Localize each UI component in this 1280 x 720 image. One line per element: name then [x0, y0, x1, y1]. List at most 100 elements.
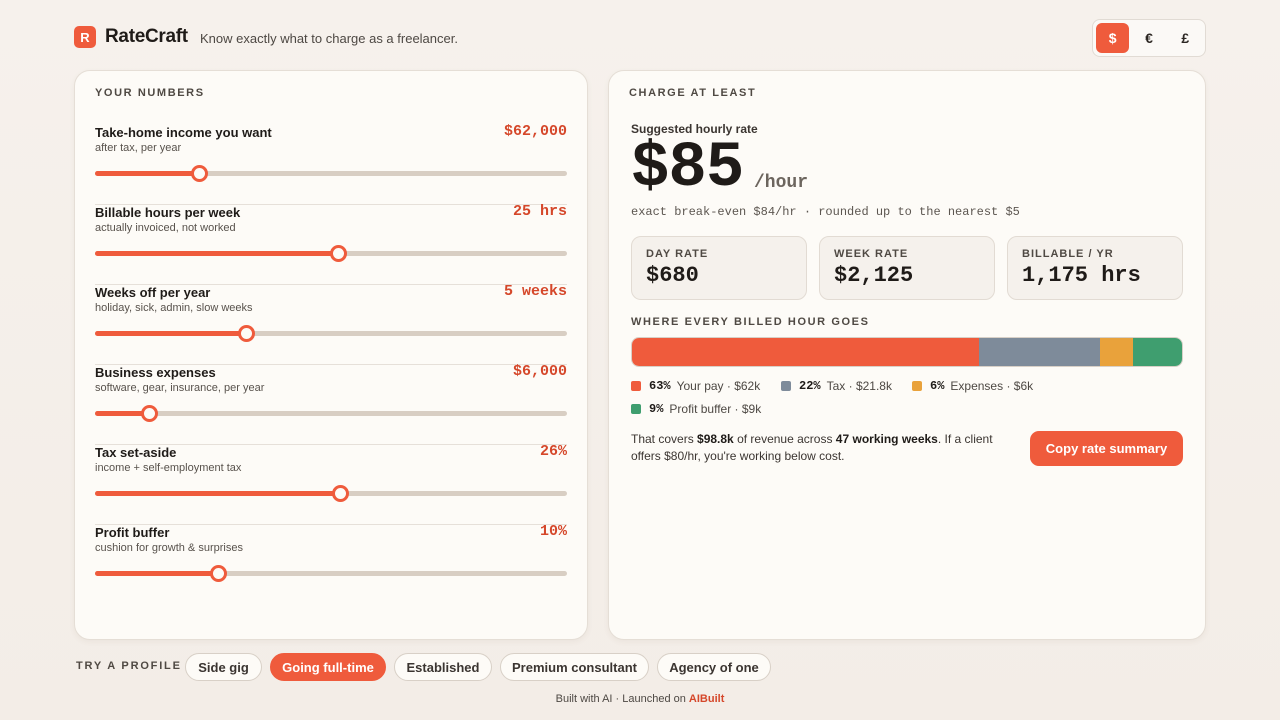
currency-usd-button[interactable]: $ [1096, 23, 1130, 53]
legend-label: Profit buffer · $9k [669, 402, 762, 416]
revenue-amount: $98.8k [697, 432, 734, 446]
stat-label: WEEK RATE [834, 248, 909, 260]
slider-value: 10% [539, 523, 567, 540]
summary-text: That covers [631, 432, 698, 446]
week-rate-card: WEEK RATE $2,125 [819, 236, 995, 300]
profit-segment [1132, 338, 1182, 366]
slider-fill [95, 571, 218, 576]
profile-going-full-time[interactable]: Going full-time [270, 653, 386, 681]
slider-handle[interactable] [332, 485, 350, 502]
legend-tax: 22% Tax · $21.8k [781, 378, 892, 394]
profit-slider-row: Profit buffer cushion for growth & surpr… [95, 523, 567, 605]
slider-value: $6,000 [512, 363, 567, 380]
expenses-segment [1099, 338, 1133, 366]
result-panel: CHARGE AT LEAST Suggested hourly rate $8… [608, 70, 1206, 640]
stat-value: 1,175 hrs [1022, 263, 1141, 288]
footer: Built with AI · Launched on AIBuilt [0, 693, 1280, 705]
tax-slider-row: Tax set-aside income + self-employment t… [95, 443, 567, 525]
legend-label: Expenses · $6k [950, 379, 1034, 393]
expenses-slider[interactable] [95, 405, 567, 422]
tax-segment [978, 338, 1100, 366]
profile-premium-consultant[interactable]: Premium consultant [500, 653, 649, 681]
slider-handle[interactable] [141, 405, 159, 422]
stat-label: BILLABLE / YR [1022, 248, 1114, 260]
weeks-off-slider[interactable] [95, 325, 567, 342]
currency-switcher: $ € £ [1092, 19, 1206, 57]
brand-name: RateCraft [105, 26, 188, 47]
profile-established[interactable]: Established [394, 653, 492, 681]
slider-fill [95, 171, 199, 176]
slider-handle[interactable] [209, 565, 227, 582]
currency-gbp-button[interactable]: £ [1169, 23, 1202, 53]
copy-rate-summary-button[interactable]: Copy rate summary [1030, 431, 1183, 466]
expenses-slider-row: Business expenses software, gear, insura… [95, 363, 567, 445]
hourly-rate: $85 [631, 133, 744, 205]
slider-label: Take-home income you want [95, 125, 272, 140]
legend-label: Tax · $21.8k [826, 379, 892, 393]
slider-label: Profit buffer [95, 525, 170, 540]
legend-swatch [631, 404, 641, 414]
pay-segment [632, 338, 979, 366]
legend-swatch [912, 381, 922, 391]
breakdown-title: WHERE EVERY BILLED HOUR GOES [631, 316, 870, 328]
slider-label: Billable hours per week [95, 205, 241, 220]
footer-text: Built with AI · Launched on [555, 693, 689, 705]
day-rate-card: DAY RATE $680 [631, 236, 807, 300]
slider-label: Business expenses [95, 365, 216, 380]
slider-sublabel: cushion for growth & surprises [95, 542, 243, 554]
tax-slider[interactable] [95, 485, 567, 502]
income-slider-row: Take-home income you want after tax, per… [95, 123, 567, 205]
logo-icon: R [74, 26, 96, 48]
profile-agency-of-one[interactable]: Agency of one [657, 653, 771, 681]
billable-hours-card: BILLABLE / YR 1,175 hrs [1007, 236, 1183, 300]
legend-profit: 9% Profit buffer · $9k [631, 401, 761, 417]
hours-slider-row: Billable hours per week actually invoice… [95, 203, 567, 285]
slider-value: $62,000 [503, 123, 567, 140]
slider-sublabel: after tax, per year [95, 142, 182, 154]
result-title: CHARGE AT LEAST [629, 87, 757, 99]
inputs-title: YOUR NUMBERS [95, 87, 205, 99]
legend-percent: 6% [930, 379, 945, 393]
inputs-panel: YOUR NUMBERS Take-home income you want a… [74, 70, 588, 640]
slider-fill [95, 251, 339, 256]
breakdown-bar [631, 337, 1183, 367]
stat-value: $2,125 [834, 263, 914, 288]
profiles-label: TRY A PROFILE [76, 660, 182, 672]
profile-side-gig[interactable]: Side gig [185, 653, 262, 681]
footer-link[interactable]: AIBuilt [689, 693, 724, 705]
slider-label: Tax set-aside [95, 445, 177, 460]
slider-value: 26% [539, 443, 567, 460]
legend-swatch [781, 381, 791, 391]
summary-text: of revenue across [733, 432, 836, 446]
slider-handle[interactable] [190, 165, 208, 182]
slider-value: 25 hrs [512, 203, 567, 220]
slider-handle[interactable] [238, 325, 256, 342]
tagline: Know exactly what to charge as a freelan… [200, 31, 458, 46]
legend-percent: 9% [649, 402, 664, 416]
break-even-note: exact break-even $84/hr · rounded up to … [631, 205, 1020, 219]
per-hour-unit: /hour [754, 173, 809, 193]
slider-fill [95, 331, 247, 336]
slider-sublabel: software, gear, insurance, per year [95, 382, 265, 394]
currency-eur-button[interactable]: € [1132, 23, 1165, 53]
stat-label: DAY RATE [646, 248, 709, 260]
slider-sublabel: holiday, sick, admin, slow weeks [95, 302, 253, 314]
stat-value: $680 [646, 263, 699, 288]
app-header: R RateCraft Know exactly what to charge … [74, 19, 1206, 57]
legend-expenses: 6% Expenses · $6k [912, 378, 1033, 394]
coverage-summary: That covers $98.8k of revenue across 47 … [631, 431, 1011, 465]
slider-handle[interactable] [330, 245, 348, 262]
legend-percent: 22% [799, 379, 821, 393]
legend-label: Your pay · $62k [676, 379, 761, 393]
slider-label: Weeks off per year [95, 285, 211, 300]
hours-slider[interactable] [95, 245, 567, 262]
income-slider[interactable] [95, 165, 567, 182]
slider-value: 5 weeks [503, 283, 567, 300]
legend-percent: 63% [649, 379, 671, 393]
slider-sublabel: income + self-employment tax [95, 462, 242, 474]
legend-pay: 63% Your pay · $62k [631, 378, 760, 394]
profit-slider[interactable] [95, 565, 567, 582]
slider-fill [95, 491, 341, 496]
weeks-off-slider-row: Weeks off per year holiday, sick, admin,… [95, 283, 567, 365]
slider-sublabel: actually invoiced, not worked [95, 222, 236, 234]
